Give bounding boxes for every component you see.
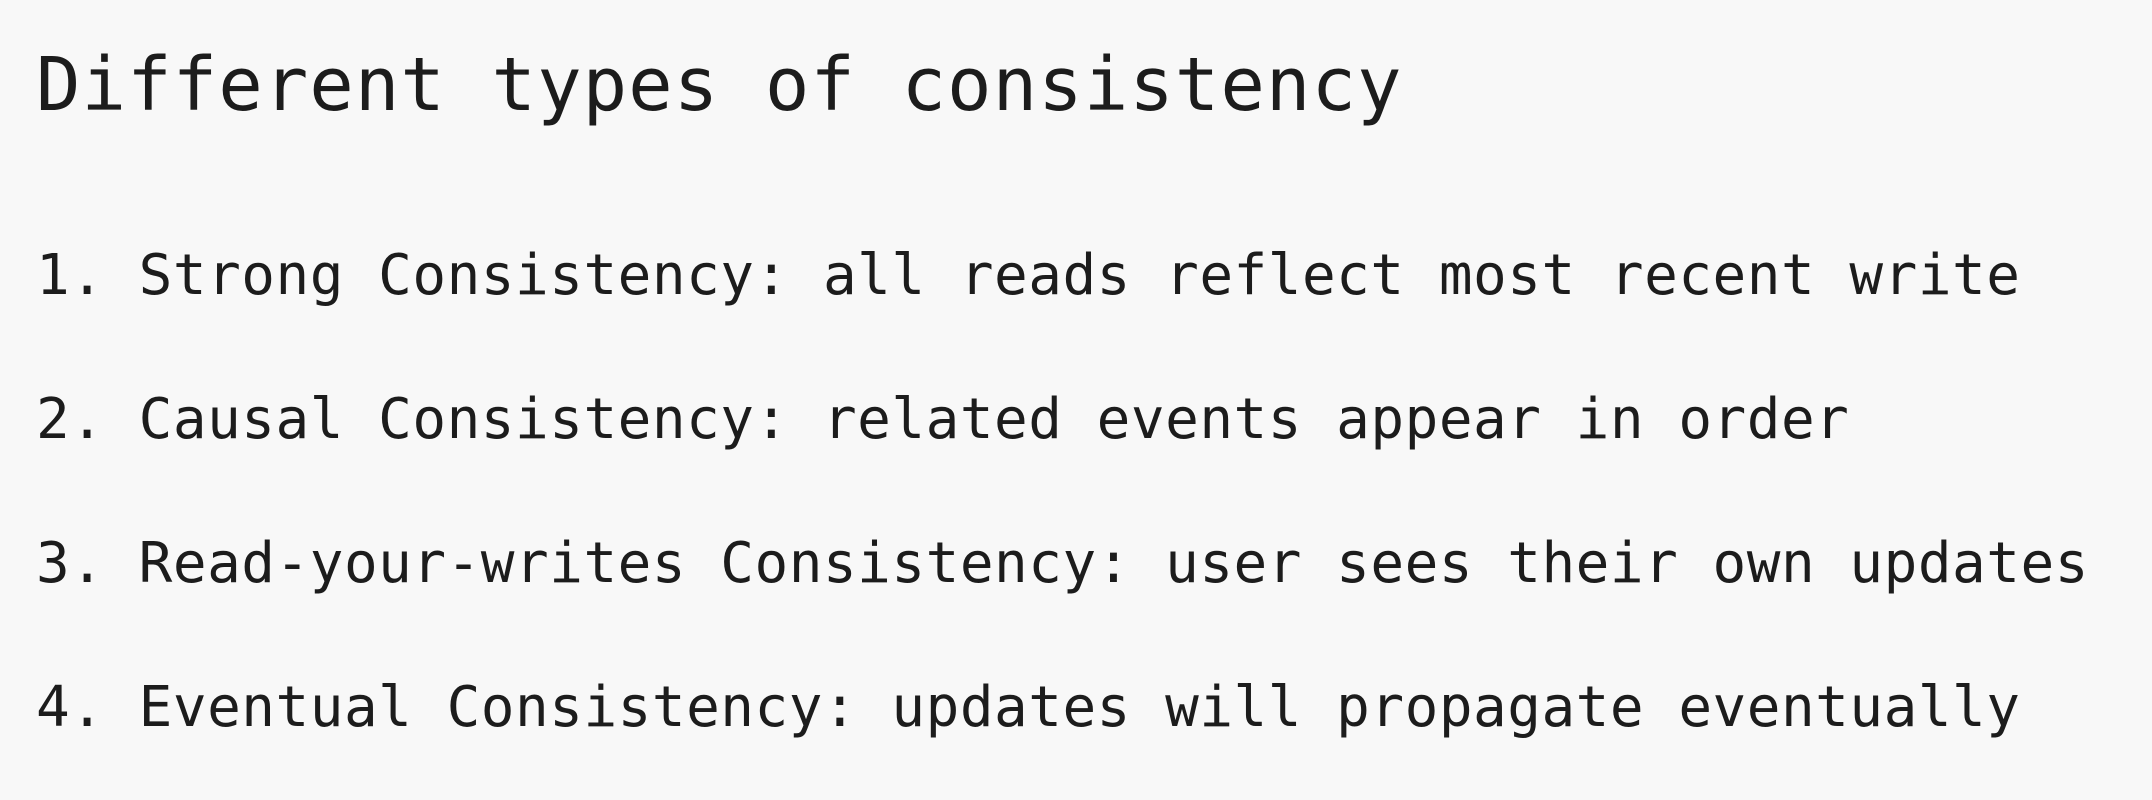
list-item-text: Eventual Consistency: updates will propa…: [138, 675, 2021, 740]
list-item: 4. Eventual Consistency: updates will pr…: [36, 680, 2089, 736]
list-item: 1. Strong Consistency: all reads reflect…: [36, 248, 2089, 304]
list-item-text: Read-your-writes Consistency: user sees …: [138, 531, 2089, 596]
list-item-number: 2.: [36, 387, 105, 452]
list-item-text: Causal Consistency: related events appea…: [138, 387, 1850, 452]
consistency-types-list: 1. Strong Consistency: all reads reflect…: [36, 248, 2089, 736]
list-item: 3. Read-your-writes Consistency: user se…: [36, 536, 2089, 592]
list-item: 2. Causal Consistency: related events ap…: [36, 392, 2089, 448]
list-item-text: Strong Consistency: all reads reflect mo…: [138, 243, 2021, 308]
list-item-number: 1.: [36, 243, 105, 308]
list-item-number: 4.: [36, 675, 105, 740]
slide-title: Different types of consistency: [36, 42, 1403, 128]
list-item-number: 3.: [36, 531, 105, 596]
slide: Different types of consistency 1. Strong…: [0, 0, 2152, 800]
